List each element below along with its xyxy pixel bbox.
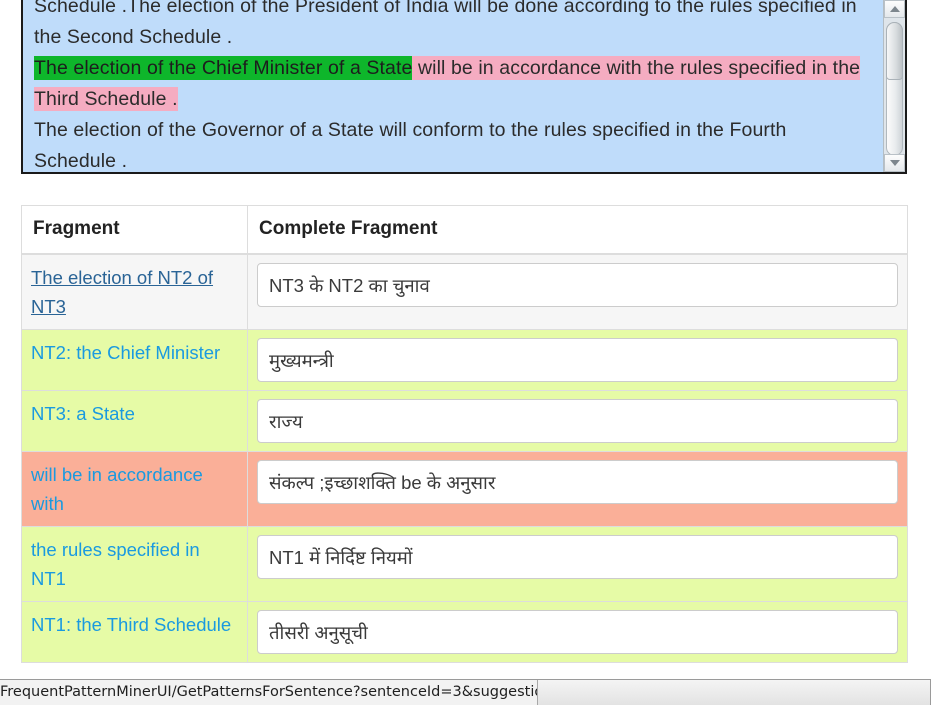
browser-status-bar: FrequentPatternMinerUI/GetPatternsForSen… <box>0 679 931 705</box>
sentence-line-plain-bottom: The election of the Governor of a State … <box>34 119 787 172</box>
complete-fragment-cell <box>247 390 908 452</box>
sentence-paragraph: Schedule .The election of the President … <box>34 0 873 172</box>
page-root: Schedule .The election of the President … <box>0 0 931 705</box>
table-header-row: Fragment Complete Fragment <box>21 205 908 255</box>
sentence-line-plain-top: Schedule .The election of the President … <box>34 0 857 48</box>
fragment-link[interactable]: The election of NT2 of NT3 <box>31 267 213 317</box>
scrollbar-thumb-segment <box>886 22 903 80</box>
column-header-complete-fragment: Complete Fragment <box>247 205 908 255</box>
column-header-fragment: Fragment <box>21 205 248 255</box>
scroll-up-button[interactable] <box>884 0 905 18</box>
fragment-label: will be in accordance with <box>31 464 203 514</box>
table-body: The election of NT2 of NT3 NT2: the Chief… <box>21 253 908 663</box>
fragment-cell: The election of NT2 of NT3 <box>21 253 248 330</box>
fragments-table: Fragment Complete Fragment The election … <box>21 205 908 663</box>
table-row: will be in accordance with <box>21 451 908 527</box>
complete-fragment-cell <box>247 526 908 602</box>
translation-input[interactable] <box>257 338 898 382</box>
highlight-green-span[interactable]: The election of the Chief Minister of a … <box>34 56 413 80</box>
complete-fragment-cell <box>247 253 908 330</box>
table-row: NT3: a State <box>21 390 908 452</box>
scroll-down-button[interactable] <box>884 154 905 172</box>
table-row: NT1: the Third Schedule <box>21 601 908 663</box>
table-row: the rules specified in NT1 <box>21 526 908 602</box>
status-bar-url: FrequentPatternMinerUI/GetPatternsForSen… <box>0 679 538 705</box>
fragment-label: the rules specified in NT1 <box>31 539 200 589</box>
fragment-label: NT3: a State <box>31 403 135 424</box>
table-row: NT2: the Chief Minister <box>21 329 908 391</box>
vertical-scrollbar[interactable] <box>883 0 905 172</box>
translation-input[interactable] <box>257 263 898 307</box>
fragment-cell: NT3: a State <box>21 390 248 452</box>
sentence-scroll-panel: Schedule .The election of the President … <box>21 0 907 174</box>
table-row: The election of NT2 of NT3 <box>21 253 908 330</box>
sentence-text-container: Schedule .The election of the President … <box>23 0 883 172</box>
triangle-up-icon <box>889 6 900 12</box>
fragment-cell: NT2: the Chief Minister <box>21 329 248 391</box>
fragments-table-container: Fragment Complete Fragment The election … <box>21 205 908 663</box>
translation-input[interactable] <box>257 610 898 654</box>
complete-fragment-cell <box>247 601 908 663</box>
fragment-cell: will be in accordance with <box>21 451 248 527</box>
fragment-label: NT2: the Chief Minister <box>31 342 221 363</box>
scrollbar-thumb[interactable] <box>886 22 903 156</box>
fragment-cell: the rules specified in NT1 <box>21 526 248 602</box>
triangle-down-icon <box>889 160 900 166</box>
fragment-cell: NT1: the Third Schedule <box>21 601 248 663</box>
complete-fragment-cell <box>247 329 908 391</box>
translation-input[interactable] <box>257 535 898 579</box>
translation-input[interactable] <box>257 460 898 504</box>
translation-input[interactable] <box>257 399 898 443</box>
fragment-label: NT1: the Third Schedule <box>31 614 232 635</box>
table-header: Fragment Complete Fragment <box>21 205 908 255</box>
complete-fragment-cell <box>247 451 908 527</box>
